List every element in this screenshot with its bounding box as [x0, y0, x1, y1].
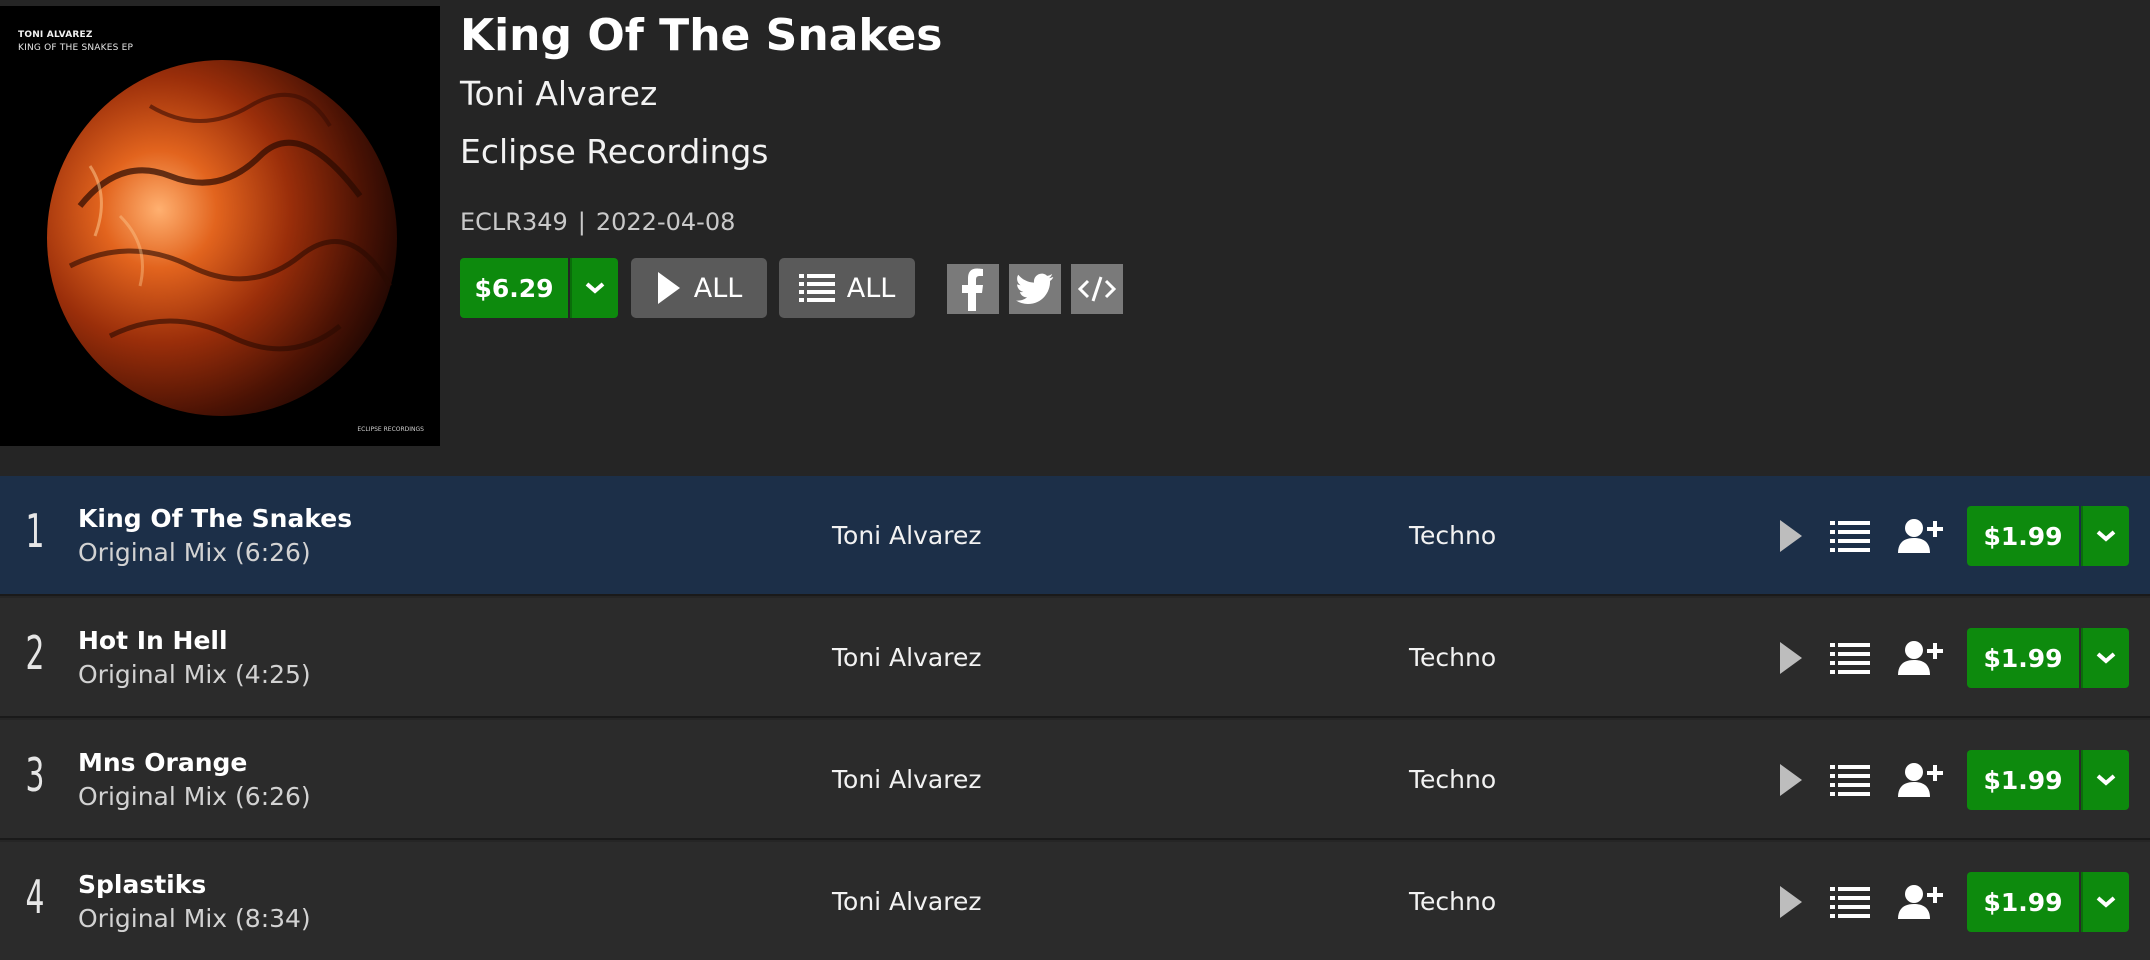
track-number: 4 — [25, 870, 45, 924]
track-row[interactable]: 3 Mns Orange Original Mix (6:26) Toni Al… — [0, 720, 2150, 840]
track-mix: Original Mix (6:26) — [78, 538, 311, 567]
track-buy-button[interactable]: $1.99 — [1967, 506, 2079, 566]
chevron-down-icon — [2096, 652, 2116, 664]
release-cover-art[interactable]: TONI ALVAREZ KING OF THE SNAKES EP ECLIP… — [0, 6, 440, 446]
track-buy-button[interactable]: $1.99 — [1967, 750, 2079, 810]
release-buy-dropdown[interactable] — [570, 258, 618, 318]
share-facebook-button[interactable] — [947, 264, 999, 314]
track-artist-link[interactable]: Toni Alvarez — [832, 887, 981, 916]
track-title-link[interactable]: King Of The Snakes — [78, 504, 352, 533]
play-all-label: ALL — [693, 272, 743, 304]
cover-title-text: KING OF THE SNAKES EP — [18, 43, 134, 53]
play-icon — [1780, 520, 1802, 552]
release-meta: ECLR349 | 2022-04-08 — [460, 208, 735, 236]
track-title-link[interactable]: Hot In Hell — [78, 626, 228, 655]
track-genre-link[interactable]: Techno — [1409, 643, 1496, 672]
release-artist-link[interactable]: Toni Alvarez — [460, 74, 657, 113]
track-buy-dropdown[interactable] — [2081, 506, 2129, 566]
add-user-icon — [1898, 885, 1943, 919]
play-icon — [1780, 764, 1802, 796]
play-icon — [657, 272, 680, 304]
track-row[interactable]: 1 King Of The Snakes Original Mix (6:26)… — [0, 476, 2150, 596]
track-number: 3 — [25, 748, 45, 802]
track-title-link[interactable]: Splastiks — [78, 870, 206, 899]
embed-code-icon — [1077, 276, 1117, 302]
track-queue-button[interactable] — [1828, 516, 1872, 556]
track-mix: Original Mix (4:25) — [78, 660, 311, 689]
track-artist-link[interactable]: Toni Alvarez — [832, 643, 981, 672]
queue-all-button[interactable]: ALL — [779, 258, 915, 318]
share-twitter-button[interactable] — [1009, 264, 1061, 314]
list-icon — [1830, 887, 1870, 918]
add-user-icon — [1898, 519, 1943, 553]
follow-artist-button[interactable] — [1896, 636, 1946, 680]
release-header: TONI ALVAREZ KING OF THE SNAKES EP ECLIP… — [0, 0, 2150, 476]
release-label-link[interactable]: Eclipse Recordings — [460, 132, 769, 171]
track-play-button[interactable] — [1773, 760, 1809, 800]
chevron-down-icon — [2096, 530, 2116, 542]
track-mix: Original Mix (6:26) — [78, 782, 311, 811]
queue-all-label: ALL — [846, 272, 896, 304]
track-number: 1 — [25, 504, 45, 558]
track-queue-button[interactable] — [1828, 760, 1872, 800]
play-all-button[interactable]: ALL — [631, 258, 767, 318]
chevron-down-icon — [2096, 774, 2116, 786]
list-icon — [1830, 765, 1870, 796]
list-icon — [798, 274, 835, 302]
track-artist-link[interactable]: Toni Alvarez — [832, 521, 981, 550]
track-buy-dropdown[interactable] — [2081, 872, 2129, 932]
track-buy-button[interactable]: $1.99 — [1967, 872, 2079, 932]
release-date: 2022-04-08 — [595, 208, 736, 236]
play-icon — [1780, 886, 1802, 918]
planet-artwork-icon — [47, 60, 397, 416]
track-buy-dropdown[interactable] — [2081, 628, 2129, 688]
catalog-number: ECLR349 — [460, 208, 568, 236]
twitter-icon — [1016, 273, 1054, 305]
cover-label-text: ECLIPSE RECORDINGS — [357, 426, 424, 433]
meta-separator: | — [577, 208, 586, 236]
track-mix: Original Mix (8:34) — [78, 904, 311, 933]
chevron-down-icon — [585, 282, 605, 294]
track-play-button[interactable] — [1773, 638, 1809, 678]
chevron-down-icon — [2096, 896, 2116, 908]
track-number: 2 — [25, 626, 45, 680]
track-genre-link[interactable]: Techno — [1409, 521, 1496, 550]
play-icon — [1780, 642, 1802, 674]
track-title-link[interactable]: Mns Orange — [78, 748, 247, 777]
track-genre-link[interactable]: Techno — [1409, 887, 1496, 916]
track-play-button[interactable] — [1773, 516, 1809, 556]
list-icon — [1830, 643, 1870, 674]
add-user-icon — [1898, 641, 1943, 675]
track-row[interactable]: 4 Splastiks Original Mix (8:34) Toni Alv… — [0, 842, 2150, 960]
follow-artist-button[interactable] — [1896, 514, 1946, 558]
track-queue-button[interactable] — [1828, 638, 1872, 678]
track-genre-link[interactable]: Techno — [1409, 765, 1496, 794]
facebook-icon — [962, 268, 983, 311]
track-row[interactable]: 2 Hot In Hell Original Mix (4:25) Toni A… — [0, 598, 2150, 718]
track-artist-link[interactable]: Toni Alvarez — [832, 765, 981, 794]
track-play-button[interactable] — [1773, 882, 1809, 922]
track-buy-dropdown[interactable] — [2081, 750, 2129, 810]
add-user-icon — [1898, 763, 1943, 797]
track-buy-button[interactable]: $1.99 — [1967, 628, 2079, 688]
share-embed-button[interactable] — [1071, 264, 1123, 314]
cover-artist-text: TONI ALVAREZ — [18, 30, 93, 40]
release-buy-button[interactable]: $6.29 — [460, 258, 568, 318]
release-title: King Of The Snakes — [460, 10, 943, 61]
track-queue-button[interactable] — [1828, 882, 1872, 922]
follow-artist-button[interactable] — [1896, 880, 1946, 924]
list-icon — [1830, 521, 1870, 552]
follow-artist-button[interactable] — [1896, 758, 1946, 802]
